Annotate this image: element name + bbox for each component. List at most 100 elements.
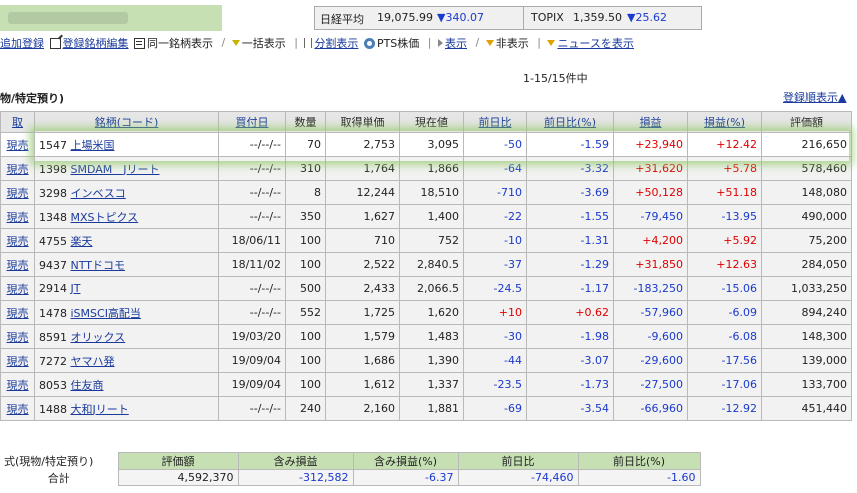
col-header-pl[interactable]: 損益 [613, 111, 688, 133]
current-price: 3,095 [399, 132, 464, 157]
stock-name-link[interactable]: 上場米国 [71, 139, 115, 152]
stock-code: 8591 [39, 330, 67, 344]
profit-loss-pct: -12.92 [687, 396, 762, 421]
stock-code: 8053 [39, 378, 67, 392]
stock-code: 1478 [39, 306, 67, 320]
table-row: 現売 4755 楽天 18/06/11 100 710 752 -10 -1.31 +4,200… [0, 228, 852, 253]
sell-link[interactable]: 現売 [7, 355, 29, 368]
stock-name-link[interactable]: NTTドコモ [71, 259, 125, 272]
day-change-pct: -1.29 [526, 252, 614, 277]
stock-name-link[interactable]: 住友商 [71, 379, 104, 392]
stock-name-link[interactable]: MXSトピクス [71, 211, 139, 224]
col-header-cost: 取得単価 [325, 111, 400, 133]
day-change-pct: -1.73 [526, 372, 614, 397]
col-header-name[interactable]: 銘柄(コード) [34, 111, 219, 133]
day-change: -24.5 [463, 276, 527, 301]
profit-loss-pct: +5.92 [687, 228, 762, 253]
sell-link[interactable]: 現売 [7, 235, 29, 248]
valuation: 75,200 [761, 228, 852, 253]
stock-code: 9437 [39, 258, 67, 272]
quantity: 70 [285, 132, 326, 157]
purchase-date: --/--/-- [218, 204, 286, 229]
col-header-date[interactable]: 買付日 [218, 111, 286, 133]
purchase-date: --/--/-- [218, 300, 286, 325]
profit-loss-pct: -15.06 [687, 276, 762, 301]
stock-name-link[interactable]: ヤマハ発 [71, 355, 115, 368]
stock-name-link[interactable]: インベスコ [71, 187, 126, 200]
quantity: 100 [285, 348, 326, 373]
triangle-right-icon [438, 39, 443, 47]
summary-value: 4,592,370 [117, 469, 239, 486]
day-change: -23.5 [463, 372, 527, 397]
day-change-pct: -1.59 [526, 132, 614, 157]
col-header-pl-pct[interactable]: 損益(%) [687, 111, 762, 133]
sell-link[interactable]: 現売 [7, 283, 29, 296]
day-change-pct: -1.31 [526, 228, 614, 253]
day-change: -69 [463, 396, 527, 421]
cost-price: 2,160 [325, 396, 400, 421]
day-change: -22 [463, 204, 527, 229]
valuation: 284,050 [761, 252, 852, 277]
sell-link[interactable]: 現売 [7, 211, 29, 224]
add-register-link[interactable]: 追加登録 [0, 35, 44, 51]
pts-price-label: PTS株価 [376, 37, 420, 50]
table-row: 現売 9437 NTTドコモ 18/11/02 100 2,522 2,840.5 -37-… [0, 252, 852, 277]
edit-register-link[interactable]: 登録銘柄編集 [63, 35, 129, 51]
sell-link[interactable]: 現売 [7, 187, 29, 200]
same-stock-label: 同一銘柄表示 [147, 37, 213, 50]
day-change: +10 [463, 300, 527, 325]
cost-price: 2,753 [325, 132, 400, 157]
news-link[interactable]: ニュースを表示 [557, 35, 633, 51]
nikkei-value: 19,075.99 [377, 11, 433, 24]
cost-price: 1,764 [325, 156, 400, 181]
valuation: 148,300 [761, 324, 852, 349]
sell-link[interactable]: 現売 [7, 331, 29, 344]
current-price: 1,620 [399, 300, 464, 325]
table-row: 現売 7272 ヤマハ発 19/09/04 100 1,686 1,390 -44 -3.07… [0, 348, 852, 373]
day-change-pct: +0.62 [526, 300, 614, 325]
stock-name-link[interactable]: iSMSCI高配当 [71, 307, 141, 320]
stock-name-link[interactable]: SMDAM Jリート [71, 163, 160, 176]
sell-link[interactable]: 現売 [7, 139, 29, 152]
profit-loss-pct: -13.95 [687, 204, 762, 229]
current-price: 2,066.5 [399, 276, 464, 301]
profit-loss: -183,250 [613, 276, 688, 301]
summary-total-label: 合計 [0, 469, 118, 486]
split-icon [304, 38, 313, 48]
show-link[interactable]: 表示 [445, 35, 467, 51]
quantity: 310 [285, 156, 326, 181]
sell-link[interactable]: 現売 [7, 403, 29, 416]
cost-price: 1,612 [325, 372, 400, 397]
stock-name-link[interactable]: 大和Jリート [71, 403, 129, 416]
sell-link[interactable]: 現売 [7, 307, 29, 320]
valuation: 139,000 [761, 348, 852, 373]
valuation: 133,700 [761, 372, 852, 397]
sell-link[interactable]: 現売 [7, 163, 29, 176]
valuation: 490,000 [761, 204, 852, 229]
purchase-date: 18/06/11 [218, 228, 286, 253]
sort-order-link[interactable]: 登録順表示▲ [783, 89, 846, 105]
col-header-price: 現在値 [399, 111, 464, 133]
split-display-link[interactable]: 分割表示 [314, 35, 358, 51]
toolbar: 追加登録 登録銘柄編集 同一銘柄表示 / 一括表示 | 分割表示 PTS株価 |… [0, 35, 634, 51]
nikkei-label: 日経平均 [320, 13, 364, 26]
purchase-date: --/--/-- [218, 132, 286, 157]
stock-name-link[interactable]: オリックス [71, 331, 126, 344]
current-price: 752 [399, 228, 464, 253]
sell-link[interactable]: 現売 [7, 379, 29, 392]
stock-name-link[interactable]: 楽天 [71, 235, 93, 248]
summary-header: 含み損益 [237, 452, 354, 470]
stock-name-link[interactable]: JT [71, 282, 81, 295]
col-header-action: 取 [0, 111, 35, 133]
day-change: -64 [463, 156, 527, 181]
triangle-down-icon [231, 40, 240, 46]
day-change: -30 [463, 324, 527, 349]
day-change: -37 [463, 252, 527, 277]
valuation: 148,080 [761, 180, 852, 205]
col-header-change[interactable]: 前日比 [463, 111, 527, 133]
col-header-change-pct[interactable]: 前日比(%) [526, 111, 614, 133]
sell-link[interactable]: 現売 [7, 259, 29, 272]
purchase-date: --/--/-- [218, 156, 286, 181]
index-divider [523, 7, 524, 29]
day-change: -710 [463, 180, 527, 205]
